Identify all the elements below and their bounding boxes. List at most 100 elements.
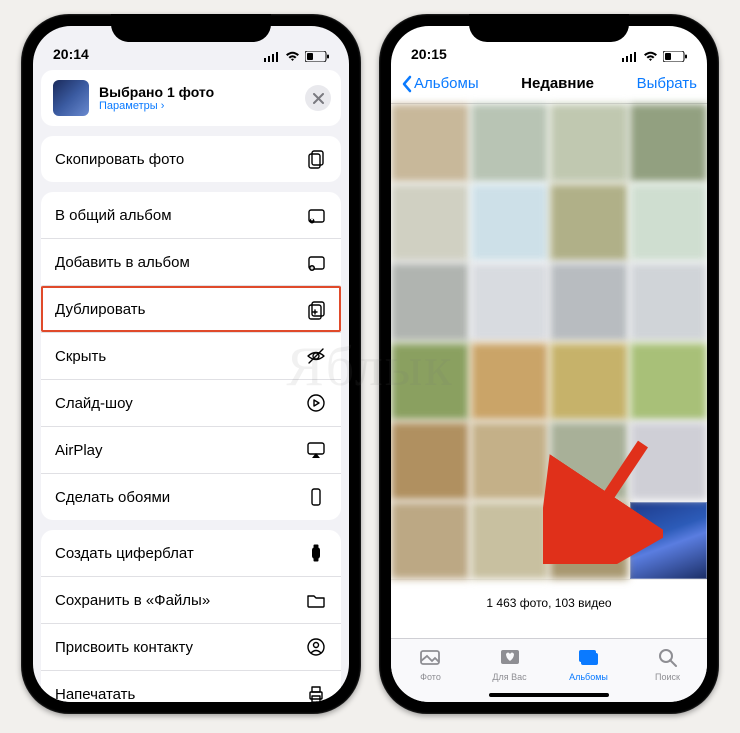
slideshow-icon — [305, 392, 327, 414]
photo-thumbnail[interactable] — [471, 422, 549, 500]
photo-thumbnail[interactable] — [550, 184, 628, 262]
photo-thumbnail[interactable] — [630, 104, 708, 182]
action-добавить-в-альбом[interactable]: Добавить в альбом — [41, 238, 341, 285]
action-сделать-обоями[interactable]: Сделать обоями — [41, 473, 341, 520]
action-label: Слайд-шоу — [55, 395, 133, 412]
tab-search[interactable]: Поиск — [628, 639, 707, 690]
action-label: В общий альбом — [55, 207, 172, 224]
hide-icon — [305, 345, 327, 367]
photo-thumbnail[interactable] — [630, 422, 708, 500]
action-label: Создать циферблат — [55, 545, 194, 562]
albums-icon — [577, 647, 601, 669]
add-album-icon — [305, 251, 327, 273]
action-label: Сделать обоями — [55, 489, 170, 506]
photo-thumbnail[interactable] — [630, 184, 708, 262]
wifi-icon — [285, 51, 300, 62]
photo-count-summary: 1 463 фото, 103 видео — [391, 579, 707, 620]
status-icons — [622, 51, 687, 62]
photo-thumbnail[interactable] — [391, 104, 469, 182]
cellular-icon — [264, 52, 280, 62]
action-скопировать-фото[interactable]: Скопировать фото — [41, 136, 341, 182]
for-you-icon — [498, 647, 522, 669]
action-group: Скопировать фото — [41, 136, 341, 182]
status-time: 20:14 — [53, 46, 89, 62]
nav-bar: Альбомы Недавние Выбрать — [391, 64, 707, 104]
close-button[interactable] — [305, 85, 331, 111]
action-слайд-шоу[interactable]: Слайд-шоу — [41, 379, 341, 426]
photo-thumbnail[interactable] — [391, 343, 469, 421]
home-indicator — [489, 693, 609, 697]
back-label: Альбомы — [414, 75, 479, 92]
photo-thumbnail[interactable] — [471, 263, 549, 341]
photo-thumbnail[interactable] — [550, 104, 628, 182]
photo-thumbnail[interactable] — [391, 422, 469, 500]
duplicate-icon — [305, 298, 327, 320]
action-создать-циферблат[interactable]: Создать циферблат — [41, 530, 341, 576]
chevron-left-icon — [401, 75, 412, 93]
action-label: Сохранить в «Файлы» — [55, 592, 210, 609]
photo-thumbnail[interactable] — [391, 502, 469, 580]
action-скрыть[interactable]: Скрыть — [41, 332, 341, 379]
action-label: Присвоить контакту — [55, 639, 193, 656]
photo-thumbnail[interactable] — [550, 263, 628, 341]
action-дублировать[interactable]: Дублировать — [41, 285, 341, 332]
contact-icon — [305, 636, 327, 658]
tab-label: Поиск — [655, 672, 680, 682]
nav-title: Недавние — [521, 75, 594, 92]
tab-label: Фото — [420, 672, 441, 682]
photo-thumbnail[interactable] — [391, 263, 469, 341]
notch — [469, 14, 629, 42]
photo-thumbnail[interactable] — [550, 343, 628, 421]
print-icon — [305, 683, 327, 702]
action-в-общий-альбом[interactable]: В общий альбом — [41, 192, 341, 238]
shared-album-icon — [305, 204, 327, 226]
share-options-link[interactable]: Параметры › — [99, 100, 214, 112]
share-title: Выбрано 1 фото — [99, 84, 214, 100]
close-icon — [313, 93, 324, 104]
tab-label: Для Вас — [492, 672, 526, 682]
action-label: Скопировать фото — [55, 151, 184, 168]
photo-thumbnail[interactable] — [630, 263, 708, 341]
photo-grid[interactable] — [391, 104, 707, 579]
photo-thumbnail[interactable] — [630, 343, 708, 421]
action-group: Создать циферблат Сохранить в «Файлы» Прис… — [41, 530, 341, 702]
photo-thumbnail[interactable] — [471, 343, 549, 421]
screen-share-sheet: 20:14 Выбрано 1 фото Параметры › Скопиро… — [33, 26, 349, 702]
tab-albums[interactable]: Альбомы — [549, 639, 628, 690]
selected-photo-thumbnail[interactable] — [53, 80, 89, 116]
action-label: Скрыть — [55, 348, 106, 365]
tab-for-you[interactable]: Для Вас — [470, 639, 549, 690]
action-label: AirPlay — [55, 442, 103, 459]
photo-thumbnail[interactable] — [471, 184, 549, 262]
action-airplay[interactable]: AirPlay — [41, 426, 341, 473]
action-label: Добавить в альбом — [55, 254, 190, 271]
photo-thumbnail-duplicate[interactable] — [630, 502, 708, 580]
action-напечатать[interactable]: Напечатать — [41, 670, 341, 702]
photo-thumbnail[interactable] — [471, 104, 549, 182]
photo-thumbnail[interactable] — [550, 502, 628, 580]
action-сохранить-в-файлы-[interactable]: Сохранить в «Файлы» — [41, 576, 341, 623]
screen-photos-grid: 20:15 Альбомы Недавние Выбрать 1 463 фот… — [391, 26, 707, 702]
notch — [111, 14, 271, 42]
action-group: В общий альбом Добавить в альбом Дублирова… — [41, 192, 341, 520]
select-button[interactable]: Выбрать — [637, 75, 697, 92]
tab-photos[interactable]: Фото — [391, 639, 470, 690]
photos-icon — [419, 647, 443, 669]
phone-right: 20:15 Альбомы Недавние Выбрать 1 463 фот… — [379, 14, 719, 714]
share-header: Выбрано 1 фото Параметры › — [41, 70, 341, 126]
action-label: Дублировать — [55, 301, 145, 318]
phone-left: 20:14 Выбрано 1 фото Параметры › Скопиро… — [21, 14, 361, 714]
cellular-icon — [622, 52, 638, 62]
status-time: 20:15 — [411, 46, 447, 62]
photo-thumbnail[interactable] — [391, 184, 469, 262]
watchface-icon — [305, 542, 327, 564]
back-button[interactable]: Альбомы — [401, 75, 479, 93]
battery-icon — [305, 51, 329, 62]
photo-thumbnail[interactable] — [550, 422, 628, 500]
airplay-icon — [305, 439, 327, 461]
status-icons — [264, 51, 329, 62]
action-присвоить-контакту[interactable]: Присвоить контакту — [41, 623, 341, 670]
files-icon — [305, 589, 327, 611]
photo-thumbnail[interactable] — [471, 502, 549, 580]
wifi-icon — [643, 51, 658, 62]
